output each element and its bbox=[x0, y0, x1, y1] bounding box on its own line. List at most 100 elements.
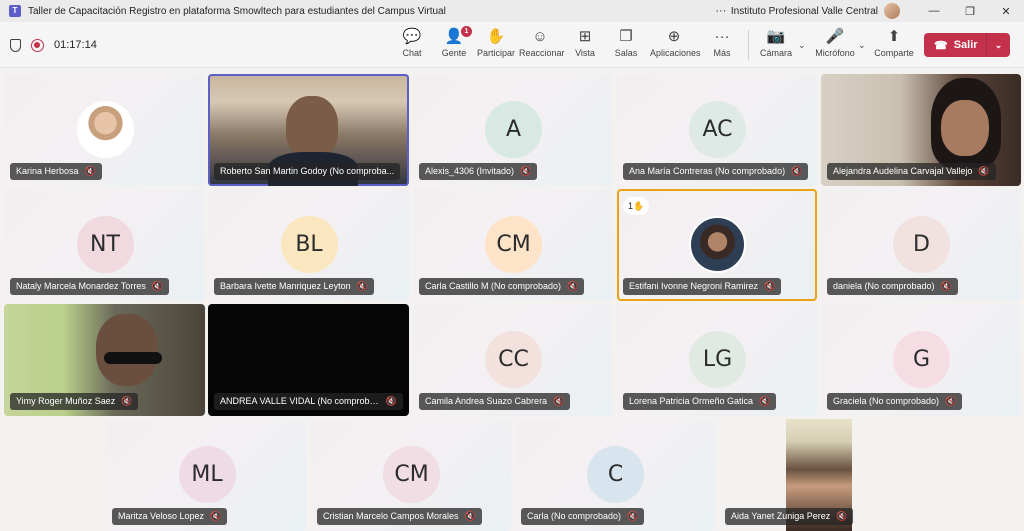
people-badge: 1 bbox=[461, 26, 472, 37]
participant-nameplate: Aida Yanet Zuniga Perez 🔇 bbox=[725, 508, 854, 525]
teams-logo-icon: T bbox=[9, 5, 21, 17]
camera-options-chevron-icon[interactable]: ⌄ bbox=[798, 40, 806, 51]
toolbar-divider bbox=[748, 30, 749, 60]
participant-name: Graciela (No comprobado) bbox=[833, 396, 940, 406]
participant-nameplate: daniela (No comprobado) 🔇 bbox=[827, 278, 958, 295]
initials-avatar: CM bbox=[485, 216, 542, 273]
participant-nameplate: Karina Herbosa 🔇 bbox=[10, 163, 102, 180]
participant-tile[interactable]: Karina Herbosa 🔇 bbox=[4, 74, 205, 186]
participant-name: Alejandra Audelina Carvajal Vallejo bbox=[833, 166, 973, 176]
user-avatar[interactable] bbox=[884, 3, 900, 19]
rooms-label: Salas bbox=[614, 48, 638, 58]
mic-muted-icon: 🔇 bbox=[764, 281, 776, 291]
participant-name: Camila Andrea Suazo Cabrera bbox=[425, 396, 548, 406]
restore-button[interactable]: ❐ bbox=[952, 5, 988, 18]
participant-tile[interactable]: ML Maritza Veloso Lopez 🔇 bbox=[106, 419, 307, 531]
participant-photo-avatar bbox=[689, 216, 746, 273]
participant-name: Yimy Roger Muñoz Saez bbox=[16, 396, 116, 406]
organization-name[interactable]: Instituto Profesional Valle Central bbox=[731, 6, 878, 17]
participant-nameplate: Carla Castillo M (No comprobado) 🔇 bbox=[419, 278, 585, 295]
leave-chevron-icon[interactable]: ⌄ bbox=[987, 40, 1010, 51]
more-button[interactable]: ··· Más bbox=[708, 28, 736, 58]
minimize-button[interactable]: — bbox=[916, 5, 952, 17]
people-label: Gente bbox=[441, 48, 467, 58]
initials-avatar: CM bbox=[383, 446, 440, 503]
mic-button[interactable]: 🎤 Micrófono bbox=[815, 28, 855, 58]
participant-nameplate: Carla (No comprobado) 🔇 bbox=[521, 508, 645, 525]
initials-avatar: C bbox=[587, 446, 644, 503]
participant-nameplate: Alexis_4306 (Invitado) 🔇 bbox=[419, 163, 538, 180]
phone-hangup-icon: ☎ bbox=[934, 39, 948, 52]
participant-tile[interactable]: 1✋ Estifani Ivonne Negroni Ramirez 🔇 bbox=[617, 189, 817, 301]
raised-hand-badge: 1✋ bbox=[623, 197, 650, 215]
participant-tile[interactable]: BL Barbara Ivette Manriquez Leyton 🔇 bbox=[208, 189, 409, 301]
mic-muted-icon: 🔇 bbox=[385, 396, 397, 406]
participant-name: Nataly Marcela Monardez Torres bbox=[16, 281, 146, 291]
participant-video-tile[interactable]: Alejandra Audelina Carvajal Vallejo 🔇 bbox=[821, 74, 1021, 186]
people-button[interactable]: 👤 1 Gente bbox=[440, 26, 472, 58]
mic-muted-icon: 🔇 bbox=[791, 166, 803, 176]
participant-video-tile[interactable]: Yimy Roger Muñoz Saez 🔇 bbox=[4, 304, 205, 416]
mic-muted-icon: 🔇 bbox=[567, 281, 579, 291]
react-label: Reaccionar bbox=[519, 48, 565, 58]
add-icon: ⊕ bbox=[667, 28, 681, 45]
react-button[interactable]: ☺ Reaccionar bbox=[519, 28, 565, 58]
camera-button[interactable]: 📷 Cámara bbox=[760, 28, 792, 58]
meeting-status: 01:17:14 bbox=[10, 22, 97, 68]
leave-main[interactable]: ☎ Salir bbox=[924, 39, 986, 52]
mic-muted-icon: 🔇 bbox=[940, 281, 952, 291]
participant-tile[interactable]: LG Lorena Patricia Ormeño Gatica 🔇 bbox=[617, 304, 817, 416]
grid-icon: ⊞ bbox=[578, 28, 592, 45]
participant-name: Lorena Patricia Ormeño Gatica bbox=[629, 396, 754, 406]
participant-name: ANDREA VALLE VIDAL (No comproba... bbox=[220, 396, 380, 406]
ellipsis-icon: ··· bbox=[714, 28, 730, 45]
participant-video-glasses bbox=[104, 352, 162, 364]
participant-tile[interactable]: G Graciela (No comprobado) 🔇 bbox=[821, 304, 1021, 416]
share-icon: ⬆ bbox=[887, 28, 901, 45]
initials-avatar: LG bbox=[689, 331, 746, 388]
rooms-button[interactable]: ❐ Salas bbox=[612, 28, 640, 58]
raise-hand-button[interactable]: ✋ Participar bbox=[477, 28, 515, 58]
participant-tile[interactable]: C Carla (No comprobado) 🔇 bbox=[515, 419, 715, 531]
leave-button[interactable]: ☎ Salir ⌄ bbox=[924, 33, 1010, 57]
participant-tile[interactable]: A Alexis_4306 (Invitado) 🔇 bbox=[413, 74, 613, 186]
participant-nameplate: Yimy Roger Muñoz Saez 🔇 bbox=[10, 393, 139, 410]
shield-icon[interactable] bbox=[10, 38, 21, 52]
participant-tile[interactable]: CC Camila Andrea Suazo Cabrera 🔇 bbox=[413, 304, 613, 416]
participant-tile[interactable]: NT Nataly Marcela Monardez Torres 🔇 bbox=[4, 189, 205, 301]
close-window-button[interactable]: ✕ bbox=[988, 5, 1024, 18]
participant-tile[interactable]: CM Cristian Marcelo Campos Morales 🔇 bbox=[311, 419, 511, 531]
participant-video-tile[interactable]: Roberto San Martin Godoy (No comproba... bbox=[208, 74, 409, 186]
participant-nameplate: Lorena Patricia Ormeño Gatica 🔇 bbox=[623, 393, 777, 410]
camera-label: Cámara bbox=[760, 48, 793, 58]
recording-icon[interactable] bbox=[31, 38, 44, 52]
mic-muted-icon: 🔇 bbox=[151, 281, 164, 291]
participant-nameplate: Cristian Marcelo Campos Morales 🔇 bbox=[317, 508, 482, 525]
apps-label: Aplicaciones bbox=[650, 48, 701, 58]
participant-name: daniela (No comprobado) bbox=[833, 281, 935, 291]
participant-tile[interactable]: ANDREA VALLE VIDAL (No comproba... 🔇 bbox=[208, 304, 409, 416]
participant-name: Aida Yanet Zuniga Perez bbox=[731, 511, 831, 521]
participant-tile[interactable]: Aida Yanet Zuniga Perez 🔇 bbox=[719, 419, 919, 531]
meeting-timer: 01:17:14 bbox=[54, 39, 97, 51]
participant-tile[interactable]: AC Ana María Contreras (No comprobado) 🔇 bbox=[617, 74, 817, 186]
participant-tile[interactable]: CM Carla Castillo M (No comprobado) 🔇 bbox=[413, 189, 613, 301]
participant-name: Roberto San Martin Godoy (No comproba... bbox=[220, 166, 395, 176]
view-label: Vista bbox=[575, 48, 595, 58]
participant-name: Ana María Contreras (No comprobado) bbox=[629, 166, 786, 176]
participant-tile[interactable]: D daniela (No comprobado) 🔇 bbox=[821, 189, 1021, 301]
view-button[interactable]: ⊞ Vista bbox=[571, 28, 599, 58]
mic-muted-icon: 🔇 bbox=[759, 396, 771, 406]
more-options-icon[interactable]: ··· bbox=[711, 5, 731, 17]
mic-muted-icon: 🔇 bbox=[836, 511, 848, 521]
participant-name: Maritza Veloso Lopez bbox=[118, 511, 205, 521]
mic-options-chevron-icon[interactable]: ⌄ bbox=[858, 40, 866, 51]
participant-nameplate: Nataly Marcela Monardez Torres 🔇 bbox=[10, 278, 170, 295]
participant-name: Carla Castillo M (No comprobado) bbox=[425, 281, 562, 291]
share-button[interactable]: ⬆ Comparte bbox=[874, 28, 914, 58]
hand-icon: ✋ bbox=[486, 28, 506, 45]
participant-nameplate: Roberto San Martin Godoy (No comproba... bbox=[214, 163, 401, 180]
chat-button[interactable]: 💬 Chat bbox=[398, 28, 426, 58]
participant-nameplate: Maritza Veloso Lopez 🔇 bbox=[112, 508, 228, 525]
apps-button[interactable]: ⊕ Aplicaciones bbox=[650, 28, 701, 58]
